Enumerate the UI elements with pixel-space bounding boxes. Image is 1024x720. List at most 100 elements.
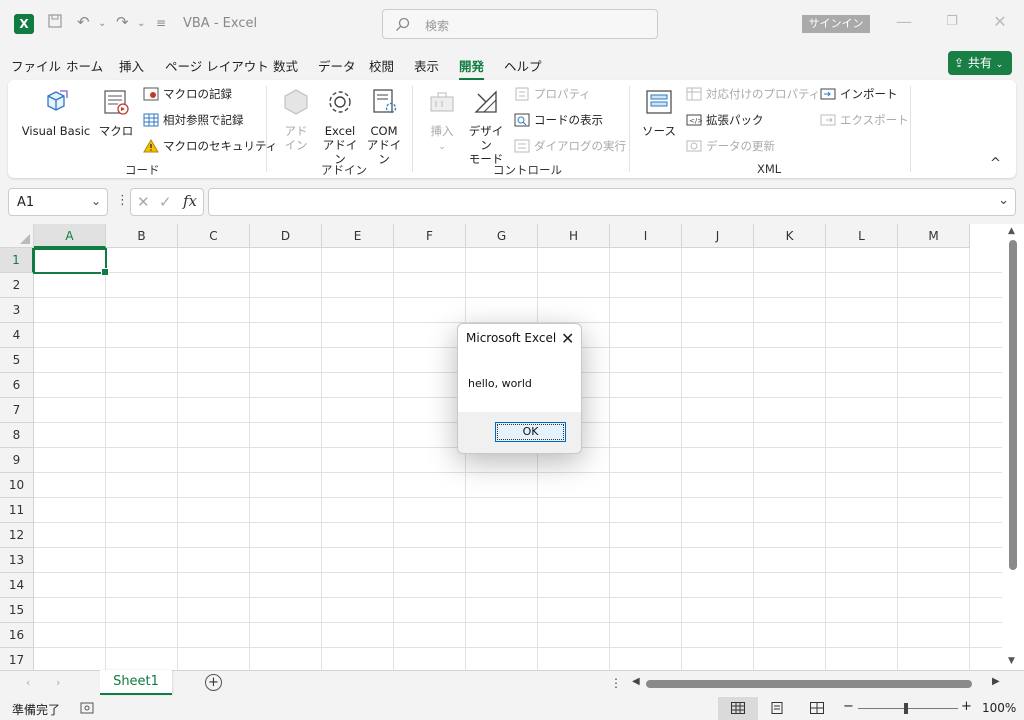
collapse-ribbon-icon[interactable]: ^: [990, 156, 1001, 171]
row-header-2[interactable]: 2: [0, 273, 34, 298]
visual-basic-button[interactable]: Visual Basic: [20, 86, 92, 138]
row-header-6[interactable]: 6: [0, 373, 34, 398]
row-header-1[interactable]: 1: [0, 248, 34, 273]
xml-import-button[interactable]: インポート: [820, 86, 898, 102]
row-header-4[interactable]: 4: [0, 323, 34, 348]
view-code-button[interactable]: コードの表示: [514, 112, 603, 128]
active-cell[interactable]: [33, 248, 109, 276]
row-header-9[interactable]: 9: [0, 448, 34, 473]
minimize-icon[interactable]: —: [892, 12, 916, 31]
map-properties-button[interactable]: 対応付けのプロパティ: [686, 86, 820, 102]
properties-button[interactable]: プロパティ: [514, 86, 591, 102]
column-header-f[interactable]: F: [394, 224, 466, 248]
record-macro-button[interactable]: マクロの記録: [143, 86, 232, 102]
row-header-10[interactable]: 10: [0, 473, 34, 498]
tab-insert[interactable]: 挿入: [119, 56, 144, 75]
restore-icon[interactable]: ❐: [940, 14, 964, 29]
insert-control-button[interactable]: 挿入 ⌄: [422, 86, 462, 154]
next-sheet-icon[interactable]: ›: [56, 676, 60, 689]
column-header-h[interactable]: H: [538, 224, 610, 248]
save-icon[interactable]: [47, 13, 63, 33]
tab-page-layout[interactable]: ページ レイアウト: [165, 56, 269, 75]
run-dialog-button[interactable]: ダイアログの実行: [514, 138, 626, 154]
macro-security-button[interactable]: マクロのセキュリティ: [143, 138, 277, 154]
more-options-icon[interactable]: ⋮: [116, 193, 129, 208]
expand-formula-bar-icon[interactable]: ⌄: [998, 193, 1009, 208]
addins-button[interactable]: アド イン: [278, 86, 314, 152]
vertical-scrollbar[interactable]: ▲ ▼: [1006, 226, 1020, 668]
tab-formulas[interactable]: 数式: [273, 56, 298, 75]
undo-dropdown-icon[interactable]: ⌄: [98, 18, 106, 29]
more-options-icon[interactable]: ⋮: [610, 676, 622, 690]
redo-dropdown-icon[interactable]: ⌄: [137, 18, 145, 29]
zoom-level[interactable]: 100%: [982, 701, 1016, 715]
accessibility-icon[interactable]: [80, 702, 94, 717]
vertical-scroll-thumb[interactable]: [1009, 240, 1017, 570]
row-header-5[interactable]: 5: [0, 348, 34, 373]
row-header-12[interactable]: 12: [0, 523, 34, 548]
zoom-in-icon[interactable]: +: [961, 699, 972, 714]
formula-input[interactable]: ⌄: [208, 188, 1016, 216]
expansion-packs-button[interactable]: </> 拡張パック: [686, 112, 764, 128]
tab-data[interactable]: データ: [318, 56, 356, 75]
add-sheet-icon[interactable]: +: [205, 674, 222, 691]
column-header-a[interactable]: A: [34, 224, 106, 248]
column-header-j[interactable]: J: [682, 224, 754, 248]
row-header-14[interactable]: 14: [0, 573, 34, 598]
page-break-view-icon[interactable]: [810, 702, 824, 717]
tab-home[interactable]: ホーム: [66, 56, 103, 75]
select-all-corner[interactable]: [0, 224, 34, 248]
refresh-data-button[interactable]: データの更新: [686, 138, 775, 154]
close-icon[interactable]: ✕: [988, 12, 1012, 31]
macro-button[interactable]: マクロ: [96, 86, 136, 138]
row-header-15[interactable]: 15: [0, 598, 34, 623]
scroll-down-icon[interactable]: ▼: [1008, 656, 1015, 666]
tab-review[interactable]: 校閲: [369, 56, 394, 75]
page-layout-view-icon[interactable]: [770, 702, 784, 717]
row-header-11[interactable]: 11: [0, 498, 34, 523]
horizontal-scroll-thumb[interactable]: [646, 680, 972, 688]
scroll-up-icon[interactable]: ▲: [1008, 226, 1015, 236]
column-header-b[interactable]: B: [106, 224, 178, 248]
design-mode-button[interactable]: デザイン モード: [464, 86, 508, 166]
zoom-out-icon[interactable]: −: [843, 699, 854, 714]
excel-addins-button[interactable]: Excel アドイン: [320, 86, 360, 166]
column-header-c[interactable]: C: [178, 224, 250, 248]
row-header-7[interactable]: 7: [0, 398, 34, 423]
ok-button[interactable]: OK: [495, 422, 566, 442]
relative-reference-button[interactable]: 相対参照で記録: [143, 112, 244, 128]
row-header-13[interactable]: 13: [0, 548, 34, 573]
row-header-3[interactable]: 3: [0, 298, 34, 323]
zoom-slider-knob[interactable]: [904, 703, 908, 714]
column-header-i[interactable]: I: [610, 224, 682, 248]
share-button[interactable]: ⇪ 共有 ⌄: [948, 51, 1012, 75]
row-header-17[interactable]: 17: [0, 648, 34, 670]
enter-icon[interactable]: ✓: [159, 193, 172, 211]
column-header-e[interactable]: E: [322, 224, 394, 248]
column-header-d[interactable]: D: [250, 224, 322, 248]
cancel-icon[interactable]: ✕: [137, 193, 150, 211]
name-box[interactable]: A1 ⌄: [8, 188, 108, 216]
column-header-m[interactable]: M: [898, 224, 970, 248]
redo-icon[interactable]: ↷: [116, 13, 129, 31]
xml-export-button[interactable]: エクスポート: [820, 112, 909, 128]
normal-view-button[interactable]: [718, 697, 758, 720]
tab-file[interactable]: ファイル: [11, 56, 61, 75]
scroll-left-icon[interactable]: ◀: [632, 676, 640, 687]
chevron-down-icon[interactable]: ⌄: [91, 194, 101, 208]
row-header-8[interactable]: 8: [0, 423, 34, 448]
column-header-g[interactable]: G: [466, 224, 538, 248]
tab-help[interactable]: ヘルプ: [504, 56, 542, 75]
close-icon[interactable]: ✕: [561, 329, 574, 348]
tab-developer[interactable]: 開発: [459, 56, 485, 80]
scroll-right-icon[interactable]: ▶: [992, 676, 1000, 687]
column-header-l[interactable]: L: [826, 224, 898, 248]
tab-view[interactable]: 表示: [414, 56, 439, 75]
column-header-k[interactable]: K: [754, 224, 826, 248]
sheet-tab-sheet1[interactable]: Sheet1: [100, 670, 172, 695]
com-addins-button[interactable]: COM アドイン: [364, 86, 404, 166]
prev-sheet-icon[interactable]: ‹: [26, 676, 30, 689]
undo-icon[interactable]: ↶: [77, 13, 90, 31]
xml-source-button[interactable]: ソース: [638, 86, 680, 138]
row-header-16[interactable]: 16: [0, 623, 34, 648]
